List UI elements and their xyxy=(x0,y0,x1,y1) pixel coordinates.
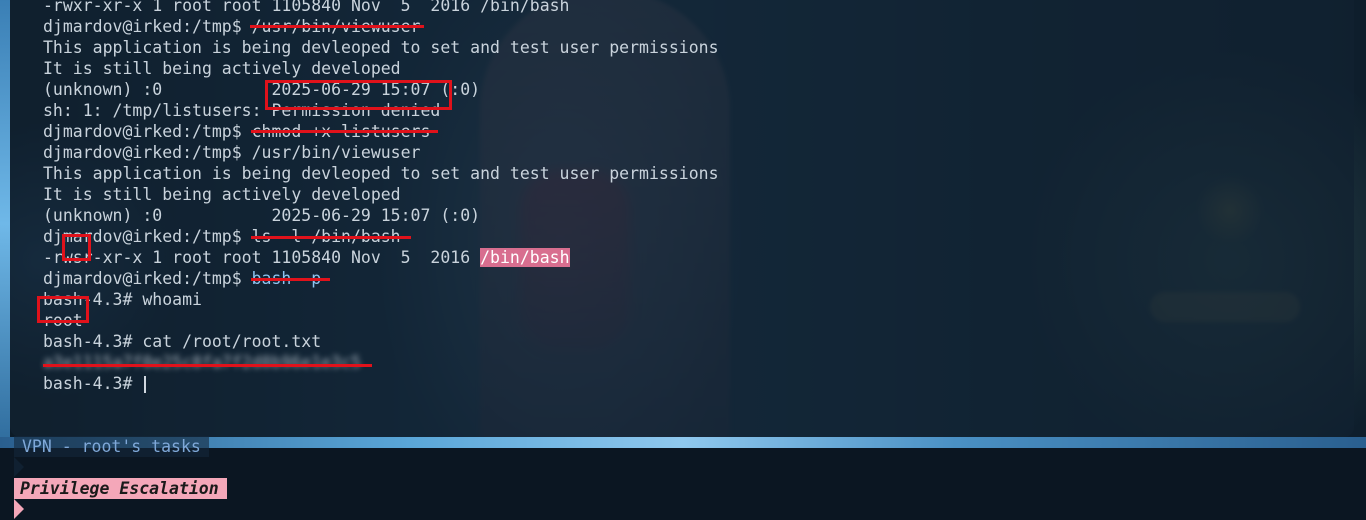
terminal-output[interactable]: -rwxr-xr-x 1 root root 1105840 Nov 5 201… xyxy=(43,0,719,394)
annotation-underline-ls xyxy=(251,236,411,239)
terminal-line: This application is being devleoped to s… xyxy=(43,38,719,57)
terminal-line: bash-4.3# whoami xyxy=(43,290,202,309)
terminal-line: It is still being actively developed xyxy=(43,185,401,204)
text-cursor xyxy=(144,376,147,393)
terminal-line: -rwxr-xr-x 1 root root 1105840 Nov 5 201… xyxy=(43,0,570,15)
powerline-separator-icon xyxy=(14,499,24,519)
wallpaper-left-edge xyxy=(0,0,10,448)
terminal-line-prompt[interactable]: bash-4.3# xyxy=(43,373,719,394)
shell-prompt: djmardov@irked:/tmp$ xyxy=(43,269,252,288)
terminal-line: (unknown) :0 2025-06-29 15:07 (:0) xyxy=(43,206,481,225)
terminal-line-root-flag: a3e1115a7f0e25c8fa7f2d0b96e1e3c5 xyxy=(43,352,719,373)
redacted-flag: a3e1115a7f0e25c8fa7f2d0b96e1e3c5 xyxy=(43,353,361,372)
terminal-line: bash-4.3# cat /root/root.txt xyxy=(43,332,322,351)
bin-bash-path: /bin/bash xyxy=(480,248,570,267)
annotation-underline-chmod xyxy=(251,130,438,133)
annotation-underline-flag xyxy=(43,364,372,367)
annotation-box-suid-bit xyxy=(62,234,91,261)
tmux-status-bar: VPN - root's tasks Privilege Escalation xyxy=(14,415,247,519)
annotation-box-root xyxy=(37,296,89,323)
terminal-line: This application is being devleoped to s… xyxy=(43,164,719,183)
powerline-separator-icon xyxy=(14,457,24,477)
annotation-underline-bash-p xyxy=(251,278,330,281)
root-prompt: bash-4.3# xyxy=(43,374,143,393)
annotation-box-permission-denied xyxy=(265,80,452,110)
terminal-line-bash-p: djmardov@irked:/tmp$ bash -p xyxy=(43,268,719,289)
window-tab-active[interactable]: Privilege Escalation xyxy=(14,478,227,499)
file-listing: -rwsr-xr-x 1 root root 1105840 Nov 5 201… xyxy=(43,248,481,267)
session-name[interactable]: VPN - root's tasks xyxy=(14,436,209,457)
terminal-line-ls-output: -rwsr-xr-x 1 root root 1105840 Nov 5 201… xyxy=(43,247,719,268)
terminal-line: It is still being actively developed xyxy=(43,59,401,78)
terminal-line-root: root xyxy=(43,311,83,330)
terminal-line: djmardov@irked:/tmp$ /usr/bin/viewuser xyxy=(43,143,421,162)
annotation-underline-viewuser xyxy=(250,25,424,28)
